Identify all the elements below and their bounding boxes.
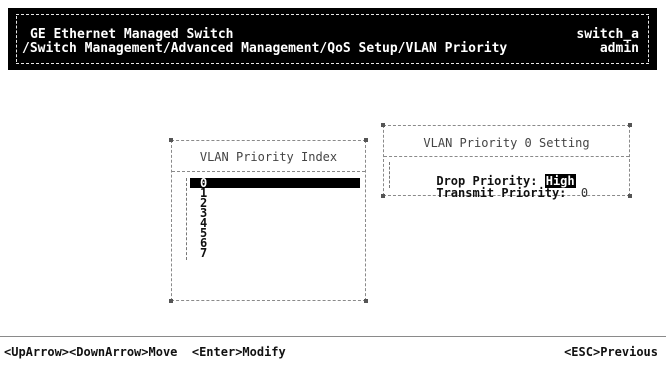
header-border-top [16, 14, 649, 15]
list-item-4[interactable]: 4 [190, 217, 360, 229]
device-name: switch_a [576, 27, 639, 42]
transmit-priority-label: Transmit Priority: [436, 186, 581, 200]
breadcrumb-path: /Switch Management/Advanced Management/Q… [22, 41, 508, 56]
user-name: admin [599, 41, 639, 56]
vlan-priority-setting-panel: VLAN Priority 0 Setting Drop Priority: H… [381, 123, 632, 199]
index-panel-title: VLAN Priority Index [199, 150, 338, 164]
list-item-2[interactable]: 2 [190, 197, 360, 209]
list-item-7[interactable]: 7 [190, 247, 360, 259]
setting-panel-separator [384, 156, 629, 157]
panel-corner [628, 194, 632, 198]
transmit-priority-value[interactable]: 0 [581, 186, 588, 200]
list-item-1[interactable]: 1 [190, 187, 360, 199]
index-panel-separator [172, 171, 365, 172]
settings-left-bar [389, 162, 390, 188]
setting-panel-title: VLAN Priority 0 Setting [423, 136, 590, 150]
header-border-bottom [16, 63, 649, 64]
list-item-5[interactable]: 5 [190, 227, 360, 239]
header-border-left [16, 16, 17, 62]
terminal-screen: GE Ethernet Managed Switch /Switch Manag… [0, 0, 666, 374]
footer-divider [0, 336, 666, 337]
header-bar: GE Ethernet Managed Switch /Switch Manag… [8, 8, 657, 70]
panel-corner [364, 299, 368, 303]
list-left-bar [186, 178, 187, 260]
vlan-priority-list: 0 1 2 3 4 5 6 7 [190, 177, 360, 259]
key-help-navigation: <UpArrow><DownArrow>Move <Enter>Modify [4, 345, 286, 359]
list-item-0[interactable]: 0 [190, 177, 360, 189]
vlan-priority-index-panel: VLAN Priority Index 0 1 2 3 4 5 6 7 [169, 138, 368, 303]
panel-corner [169, 299, 173, 303]
header-border-right [648, 16, 649, 62]
key-help-previous[interactable]: <ESC>Previous [564, 345, 658, 359]
panel-corner [381, 194, 385, 198]
list-item-3[interactable]: 3 [190, 207, 360, 219]
list-item-6[interactable]: 6 [190, 237, 360, 249]
app-title: GE Ethernet Managed Switch [30, 27, 234, 42]
transmit-priority-row: Transmit Priority: 0 [393, 175, 588, 211]
